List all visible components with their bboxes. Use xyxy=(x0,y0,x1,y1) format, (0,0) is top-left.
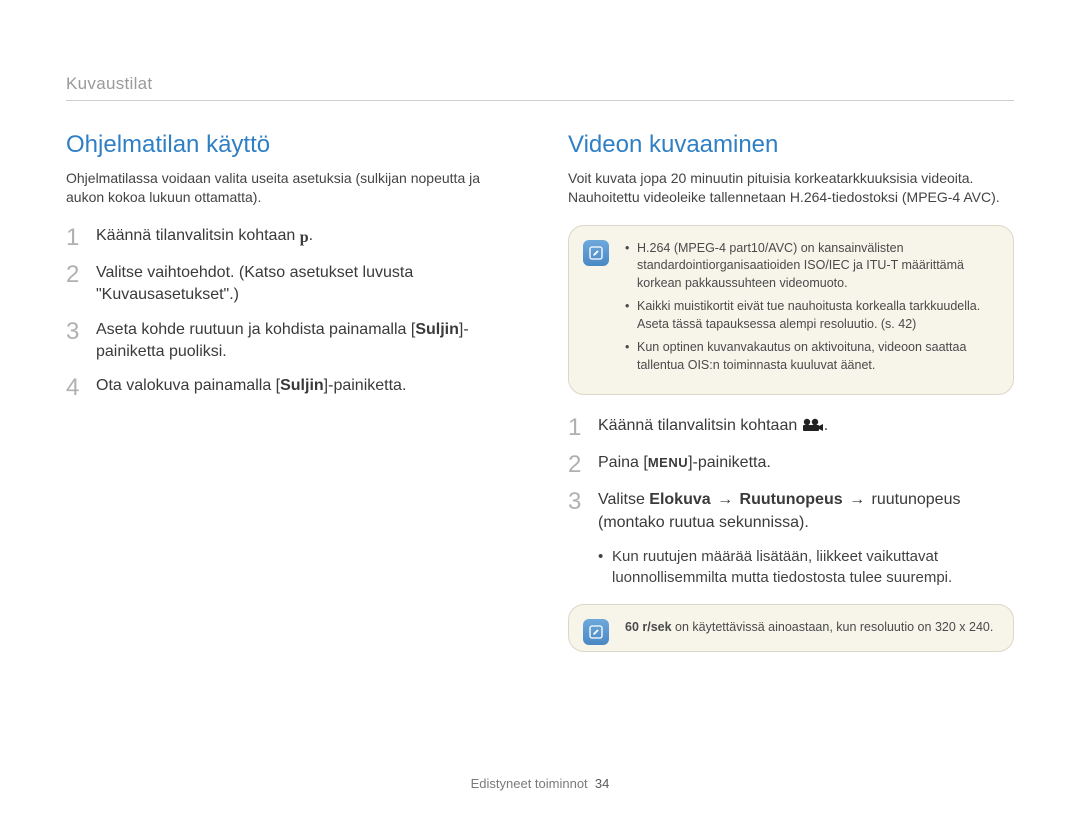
note-text-bold: 60 r/sek xyxy=(625,620,672,634)
step-text: Valitse xyxy=(598,491,649,508)
section-title-video: Videon kuvaaminen xyxy=(568,131,1014,159)
section-title-program-mode: Ohjelmatilan käyttö xyxy=(66,131,512,159)
step-4: 4 Ota valokuva painamalla [Suljin]-paini… xyxy=(66,375,512,400)
page-number: 34 xyxy=(595,776,609,791)
step-text: Käännä tilanvalitsin kohtaan xyxy=(96,227,300,244)
sub-bullet: Kun ruutujen määrää lisätään, liikkeet v… xyxy=(598,546,1014,588)
footer-label: Edistyneet toiminnot xyxy=(471,776,588,791)
note-item: H.264 (MPEG-4 part10/AVC) on kansainväli… xyxy=(625,240,995,293)
video-mode-icon xyxy=(802,417,824,439)
step-3: 3 Valitse Elokuva → Ruutunopeus → ruutun… xyxy=(568,489,1014,534)
step-text-bold: Suljin xyxy=(415,321,459,338)
step-text-bold: Elokuva xyxy=(649,491,710,508)
step-text-bold: Suljin xyxy=(280,377,324,394)
step-number: 3 xyxy=(66,319,96,344)
right-column: Videon kuvaaminen Voit kuvata jopa 20 mi… xyxy=(568,131,1014,672)
step-text: Paina [ xyxy=(598,454,648,471)
step-text: ]-painiketta. xyxy=(324,377,407,394)
pencil-note-icon xyxy=(588,624,604,640)
arrow-icon: → xyxy=(843,491,872,508)
note-text: on käytettävissä ainoastaan, kun resoluu… xyxy=(672,620,994,634)
pencil-note-icon xyxy=(588,245,604,261)
left-column: Ohjelmatilan käyttö Ohjelmatilassa voida… xyxy=(66,131,512,672)
arrow-icon: → xyxy=(711,491,740,508)
intro-text: Voit kuvata jopa 20 minuutin pituisia ko… xyxy=(568,169,1014,207)
mode-p-icon: p xyxy=(300,227,309,249)
content-columns: Ohjelmatilan käyttö Ohjelmatilassa voida… xyxy=(66,131,1014,672)
note-item: Kaikki muistikortit eivät tue nauhoitust… xyxy=(625,298,995,333)
step-number: 3 xyxy=(568,489,598,514)
note-icon xyxy=(583,240,609,266)
step-text: Ota valokuva painamalla [ xyxy=(96,377,280,394)
step-number: 1 xyxy=(568,415,598,440)
step-body: Paina [MENU]-painiketta. xyxy=(598,452,771,474)
step-1: 1 Käännä tilanvalitsin kohtaan p. xyxy=(66,225,512,250)
step-body: Käännä tilanvalitsin kohtaan . xyxy=(598,415,828,439)
page-footer: Edistyneet toiminnot 34 xyxy=(0,776,1080,791)
intro-text: Ohjelmatilassa voidaan valita useita ase… xyxy=(66,169,512,207)
page: Kuvaustilat Ohjelmatilan käyttö Ohjelmat… xyxy=(0,0,1080,815)
step-3: 3 Aseta kohde ruutuun ja kohdista painam… xyxy=(66,319,512,364)
note-box: 60 r/sek on käytettävissä ainoastaan, ku… xyxy=(568,604,1014,652)
step-number: 2 xyxy=(568,452,598,477)
menu-button-label: MENU xyxy=(648,455,688,470)
step-body: Aseta kohde ruutuun ja kohdista painamal… xyxy=(96,319,512,364)
step-body: Valitse Elokuva → Ruutunopeus → ruutunop… xyxy=(598,489,1014,534)
divider xyxy=(66,100,1014,101)
step-body: Käännä tilanvalitsin kohtaan p. xyxy=(96,225,313,249)
step-text: . xyxy=(824,417,828,434)
step-body: Ota valokuva painamalla [Suljin]-painike… xyxy=(96,375,406,397)
step-2: 2 Valitse vaihtoehdot. (Katso asetukset … xyxy=(66,262,512,307)
step-body: Valitse vaihtoehdot. (Katso asetukset lu… xyxy=(96,262,512,307)
step-text: Käännä tilanvalitsin kohtaan xyxy=(598,417,802,434)
step-text: ]-painiketta. xyxy=(688,454,771,471)
step-1: 1 Käännä tilanvalitsin kohtaan . xyxy=(568,415,1014,440)
note-icon xyxy=(583,619,609,645)
note-box: H.264 (MPEG-4 part10/AVC) on kansainväli… xyxy=(568,225,1014,396)
breadcrumb: Kuvaustilat xyxy=(66,74,1014,94)
step-text: Aseta kohde ruutuun ja kohdista painamal… xyxy=(96,321,415,338)
note-item: Kun optinen kuvanvakautus on aktivoituna… xyxy=(625,339,995,374)
step-2: 2 Paina [MENU]-painiketta. xyxy=(568,452,1014,477)
step-number: 2 xyxy=(66,262,96,287)
step-number: 4 xyxy=(66,375,96,400)
note-list: H.264 (MPEG-4 part10/AVC) on kansainväli… xyxy=(625,240,995,375)
step-text: . xyxy=(309,227,313,244)
step-number: 1 xyxy=(66,225,96,250)
step-text-bold: Ruutunopeus xyxy=(740,491,843,508)
